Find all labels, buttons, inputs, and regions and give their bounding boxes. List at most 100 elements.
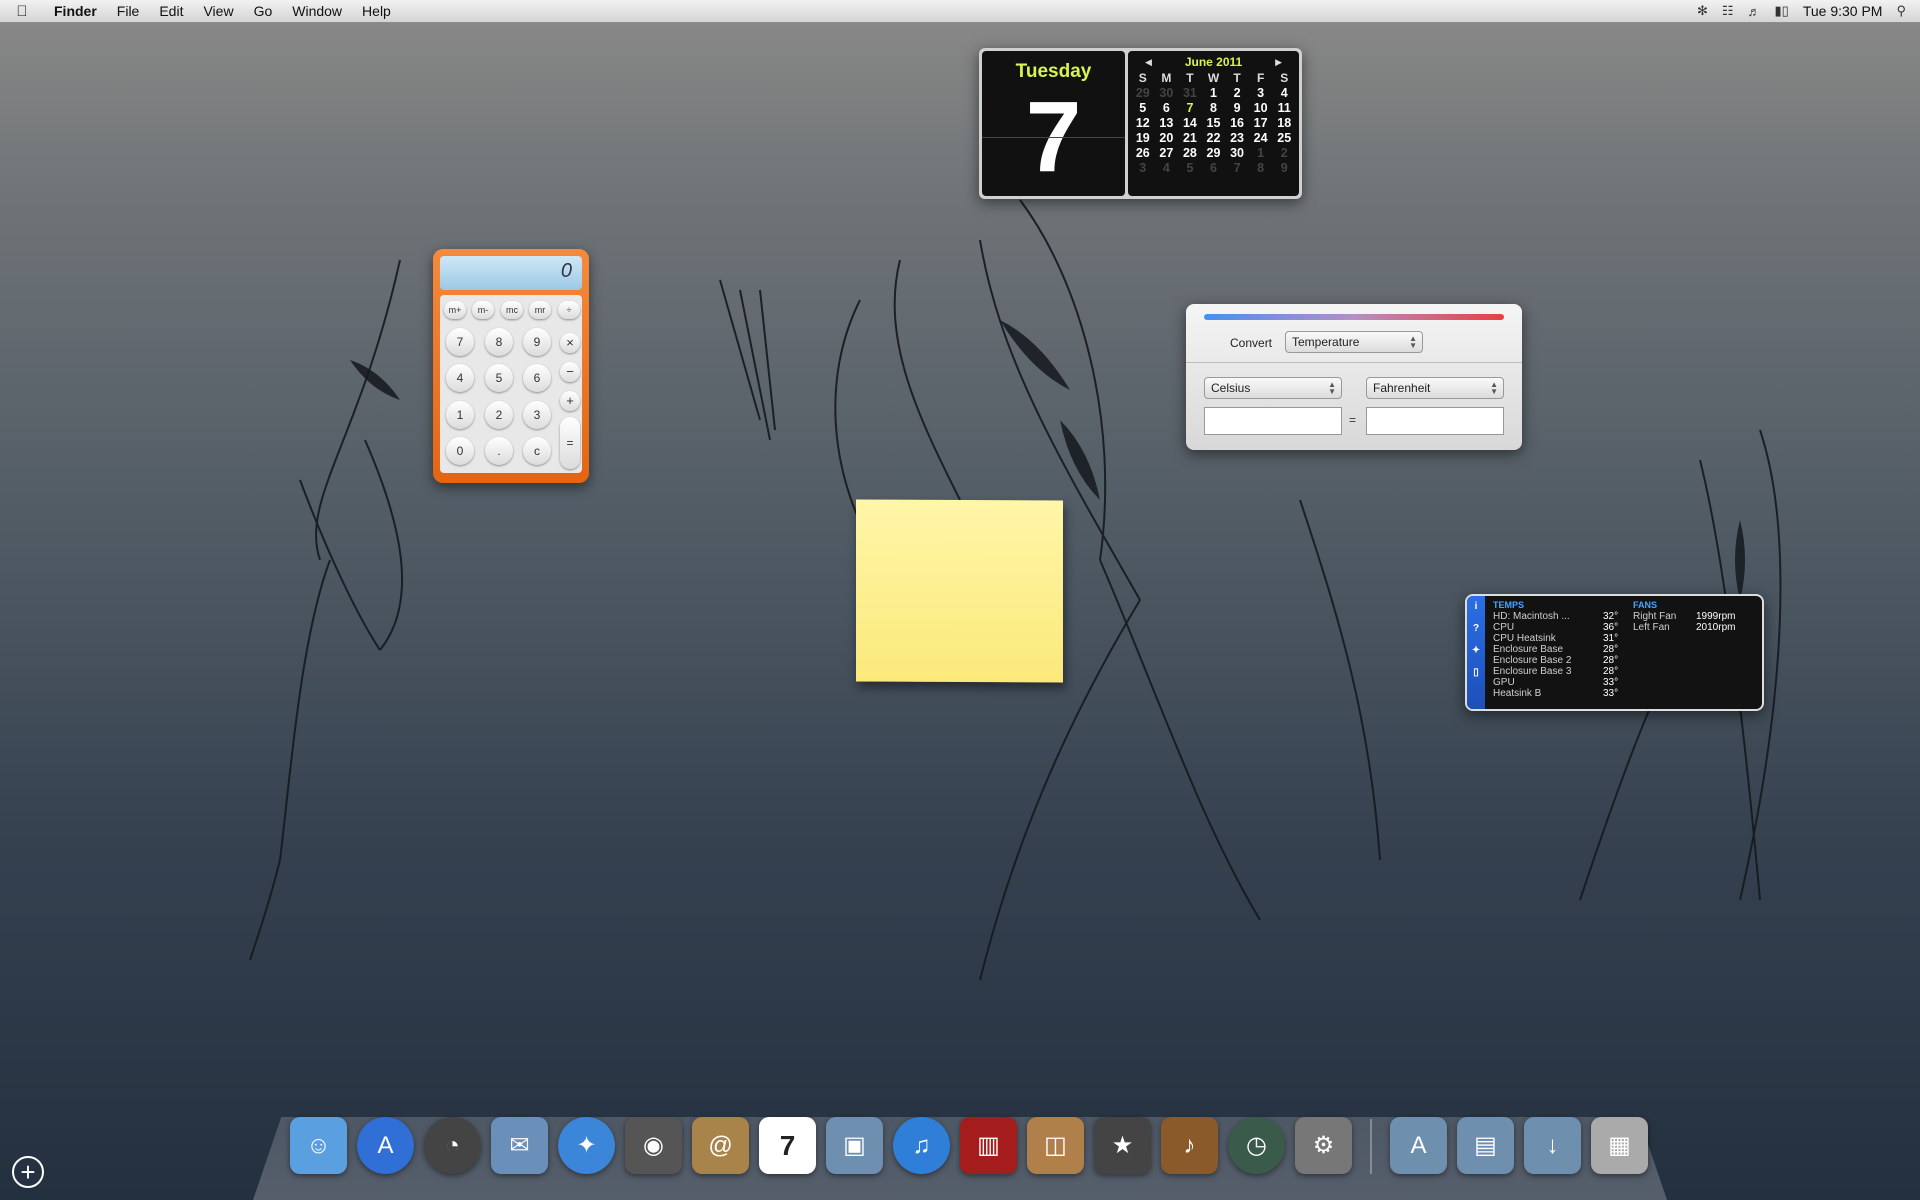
- documents-folder-icon[interactable]: ▤: [1457, 1117, 1514, 1174]
- imovie-icon[interactable]: ★: [1094, 1117, 1151, 1174]
- temp-value: 33°: [1603, 677, 1619, 688]
- calc-key-1[interactable]: 1: [446, 401, 474, 429]
- calendar-prev-arrow-icon[interactable]: ◀: [1145, 57, 1152, 68]
- menu-clock[interactable]: Tue 9:30 PM: [1803, 3, 1883, 19]
- address-book-icon[interactable]: @: [692, 1117, 749, 1174]
- menu-edit[interactable]: Edit: [149, 3, 193, 19]
- temp-name: Enclosure Base 2: [1493, 655, 1572, 666]
- add-widget-button[interactable]: +: [12, 1156, 44, 1188]
- iphoto-icon[interactable]: ▣: [826, 1117, 883, 1174]
- calc-key-2[interactable]: 2: [485, 401, 513, 429]
- calendar-day-cell: 30: [1230, 146, 1245, 160]
- help-icon[interactable]: ?: [1467, 618, 1485, 640]
- menu-file[interactable]: File: [107, 3, 150, 19]
- ical-icon[interactable]: 7: [759, 1117, 816, 1174]
- menu-window[interactable]: Window: [282, 3, 352, 19]
- calendar-day-cell: 24: [1253, 131, 1268, 145]
- calc-key-mminus[interactable]: m-: [472, 301, 494, 319]
- calendar-day-cell: 16: [1230, 116, 1245, 130]
- time-machine-icon[interactable]: ◷: [1228, 1117, 1285, 1174]
- calc-key-equals[interactable]: =: [560, 417, 580, 469]
- calculator-keypad: m+ m- mc mr ÷ 7 8 9 4 5 6 1 2 3 0 . c × …: [440, 295, 582, 473]
- calc-key-mr[interactable]: mr: [529, 301, 551, 319]
- calendar-day-cell: 3: [1139, 161, 1147, 175]
- mail-icon[interactable]: ✉: [491, 1117, 548, 1174]
- calc-key-clear[interactable]: c: [523, 437, 551, 465]
- battery-icon[interactable]: ▯: [1467, 662, 1485, 684]
- calendar-day-cell: 5: [1139, 101, 1147, 115]
- applications-folder-icon[interactable]: A: [1390, 1117, 1447, 1174]
- converter-to-unit-select[interactable]: Fahrenheit ▲ ▼: [1366, 377, 1504, 399]
- finder-icon[interactable]: ☺: [290, 1117, 347, 1174]
- calc-key-6[interactable]: 6: [523, 364, 551, 392]
- istat-temp-names: HD: Macintosh ... CPU CPU Heatsink Enclo…: [1493, 611, 1571, 699]
- calc-key-mc[interactable]: mc: [501, 301, 523, 319]
- select-arrows-icon: ▲ ▼: [1490, 380, 1498, 396]
- calendar-weekday-header: F: [1256, 71, 1265, 85]
- menu-help[interactable]: Help: [352, 3, 401, 19]
- converter-header-bar: [1204, 314, 1504, 320]
- photo-booth-icon[interactable]: ▥: [960, 1117, 1017, 1174]
- spotlight-search-icon[interactable]: ⚲: [1896, 3, 1906, 19]
- calculator-widget[interactable]: 0 m+ m- mc mr ÷ 7 8 9 4 5 6 1 2 3 0 . c …: [433, 249, 589, 483]
- menu-app-name[interactable]: Finder: [44, 3, 107, 19]
- calc-key-8[interactable]: 8: [485, 328, 513, 356]
- image-capture-icon[interactable]: ◫: [1027, 1117, 1084, 1174]
- menu-view[interactable]: View: [193, 3, 243, 19]
- calc-key-add[interactable]: +: [560, 391, 580, 411]
- calc-key-0[interactable]: 0: [446, 437, 474, 465]
- converter-label: Convert: [1230, 336, 1273, 350]
- activity-icon[interactable]: ✦: [1467, 640, 1485, 662]
- calendar-day-cell: 6: [1162, 101, 1170, 115]
- converter-category-select[interactable]: Temperature ▲ ▼: [1285, 331, 1423, 353]
- calendar-weekday: Tuesday: [1015, 61, 1092, 82]
- calendar-weekday-header: S: [1280, 71, 1289, 85]
- temp-value: 36°: [1603, 622, 1619, 633]
- calc-key-9[interactable]: 9: [523, 328, 551, 356]
- calendar-weekday-header: T: [1186, 71, 1194, 85]
- calendar-month-panel: ◀ June 2011 ▶ S M T W T F S 29 30 31 1 2 3 4 5 6 7 8 9 10 11…: [1128, 51, 1299, 196]
- downloads-folder-icon[interactable]: ↓: [1524, 1117, 1581, 1174]
- calendar-next-arrow-icon[interactable]: ▶: [1275, 57, 1282, 68]
- converter-from-unit-select[interactable]: Celsius ▲ ▼: [1204, 377, 1342, 399]
- garageband-icon[interactable]: ♪: [1161, 1117, 1218, 1174]
- select-arrows-icon: ▲ ▼: [1328, 380, 1336, 396]
- unit-converter-widget[interactable]: Convert Temperature ▲ ▼ Celsius ▲ ▼ Fahren…: [1186, 304, 1522, 450]
- bluetooth-icon[interactable]: ✻: [1697, 3, 1708, 19]
- calendar-day-cell: 8: [1210, 101, 1217, 115]
- calc-key-5[interactable]: 5: [485, 364, 513, 392]
- info-icon[interactable]: i: [1467, 596, 1485, 618]
- dock: ☺ A ◔ ✉ ✦ ◉ @7 ▣ ♫ ▥ ◫ ★ ♪ ◷ ⚙ A ▤ ↓ ▦: [290, 1117, 1648, 1174]
- calc-key-4[interactable]: 4: [446, 364, 474, 392]
- trash-icon[interactable]: ▦: [1591, 1117, 1648, 1174]
- converter-from-input[interactable]: [1204, 407, 1342, 435]
- calc-key-divide[interactable]: ÷: [558, 301, 580, 319]
- calc-key-3[interactable]: 3: [523, 401, 551, 429]
- calendar-day-cell: 5: [1186, 161, 1194, 175]
- temp-name: CPU: [1493, 622, 1515, 633]
- wifi-icon[interactable]: ☷: [1722, 3, 1734, 19]
- itunes-icon[interactable]: ♫: [893, 1117, 950, 1174]
- battery-icon[interactable]: ▮▯: [1775, 3, 1789, 19]
- calc-key-subtract[interactable]: −: [560, 362, 580, 382]
- system-preferences-icon[interactable]: ⚙: [1295, 1117, 1352, 1174]
- menu-go[interactable]: Go: [244, 3, 283, 19]
- volume-icon[interactable]: ♬: [1748, 4, 1761, 19]
- stickies-note-widget[interactable]: [856, 499, 1063, 683]
- apple-menu-icon[interactable]: : [0, 3, 44, 20]
- converter-to-input[interactable]: [1366, 407, 1504, 435]
- temp-value: 28°: [1603, 644, 1619, 655]
- facetime-icon[interactable]: ◉: [625, 1117, 682, 1174]
- dashboard-icon[interactable]: ◔: [424, 1117, 481, 1174]
- calc-key-7[interactable]: 7: [446, 328, 474, 356]
- calendar-day-panel[interactable]: Tuesday 7: [982, 51, 1125, 196]
- flip-divider: [982, 137, 1125, 138]
- calc-key-decimal[interactable]: .: [485, 437, 513, 465]
- istat-widget[interactable]: i ? ✦ ▯ TEMPS FANS HD: Macintosh ... CPU…: [1465, 594, 1764, 711]
- safari-icon[interactable]: ✦: [558, 1117, 615, 1174]
- calc-key-mplus[interactable]: m+: [444, 301, 466, 319]
- calendar-widget[interactable]: Tuesday 7 ◀ June 2011 ▶ S M T W T F S 29 30 31 1 2 3…: [979, 48, 1302, 199]
- fan-value: 2010rpm: [1696, 622, 1736, 633]
- calc-key-multiply[interactable]: ×: [560, 333, 580, 353]
- app-store-icon[interactable]: A: [357, 1117, 414, 1174]
